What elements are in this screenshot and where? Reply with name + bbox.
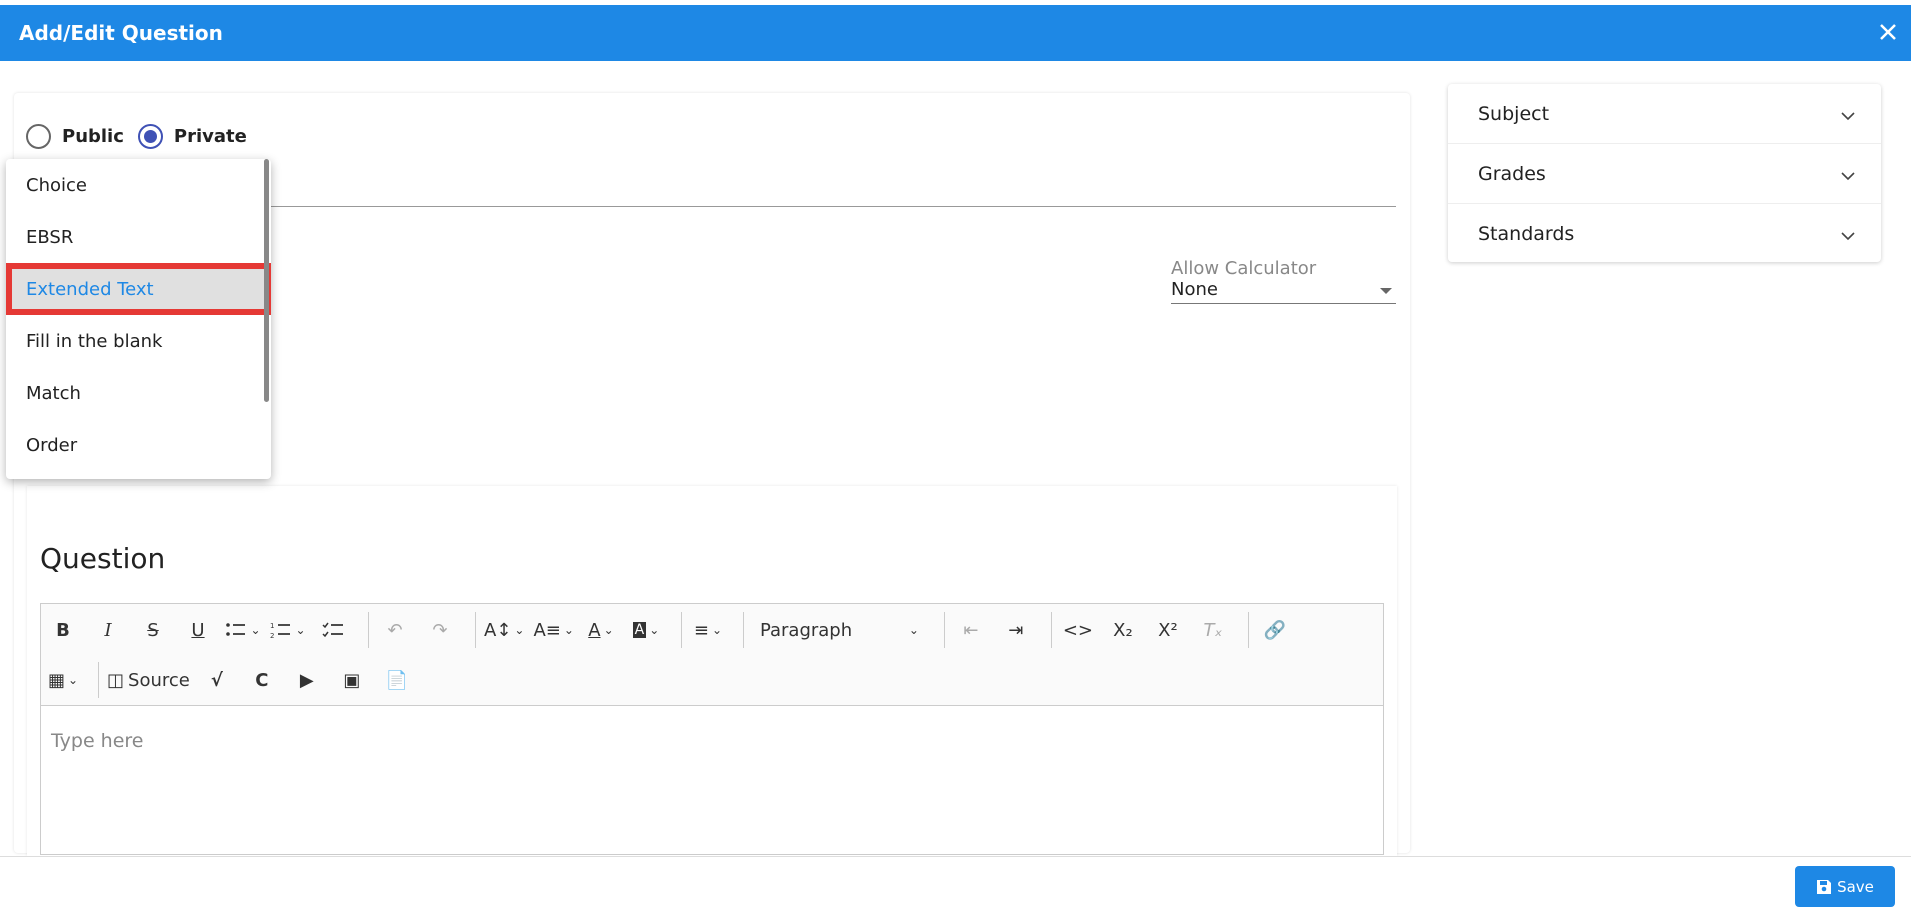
editor-toolbar: B I S U ⌄ 1 2 ⌄ ↶ ↷ A↕ ⌄ A≡ ⌄ A ⌄ A ⌄ ≡ ⌄ Para… <box>40 603 1384 706</box>
chevron-down-icon <box>1841 164 1855 186</box>
link-icon[interactable]: 🔗 <box>1257 612 1293 648</box>
dialog-header: Add/Edit Question <box>0 5 1911 61</box>
source-label: Source <box>128 669 190 691</box>
allow-calculator-label: Allow Calculator <box>1171 258 1317 279</box>
public-radio[interactable] <box>26 124 51 149</box>
toolbar-divider <box>98 662 99 698</box>
italic-icon[interactable]: I <box>90 612 126 648</box>
question-type-dropdown: Choice EBSR Extended Text Fill in the bl… <box>6 159 271 479</box>
accordion-subject[interactable]: Subject <box>1448 84 1881 144</box>
chevron-down-icon[interactable]: ⌄ <box>250 623 260 637</box>
superscript-icon[interactable]: X² <box>1150 612 1186 648</box>
chevron-down-icon[interactable]: ⌄ <box>712 623 722 637</box>
chevron-down-icon <box>1841 104 1855 126</box>
dropdown-arrow-icon <box>1380 288 1392 294</box>
toolbar-row-2: ▦ ⌄ ◫ Source √ C ▶ ▣ 📄 <box>45 656 424 704</box>
public-radio-label[interactable]: Public <box>62 126 124 147</box>
bulleted-list-icon[interactable]: ⌄ <box>225 612 261 648</box>
allow-calculator-value-text: None <box>1171 279 1218 300</box>
bold-icon[interactable]: B <box>45 612 81 648</box>
source-button[interactable]: ◫ Source <box>107 662 190 698</box>
chevron-down-icon[interactable]: ⌄ <box>68 673 78 687</box>
dropdown-option-ebsr[interactable]: EBSR <box>6 211 271 263</box>
close-icon[interactable] <box>1873 17 1903 47</box>
font-color-icon[interactable]: A ⌄ <box>583 612 619 648</box>
outdent-icon[interactable]: ⇤ <box>953 612 989 648</box>
dropdown-scrollbar[interactable] <box>264 159 269 402</box>
dropdown-option-match[interactable]: Match <box>6 367 271 419</box>
numbered-list-icon[interactable]: 1 2 ⌄ <box>270 612 306 648</box>
chevron-down-icon[interactable]: ⌄ <box>649 623 659 637</box>
chevron-down-icon[interactable]: ⌄ <box>295 623 305 637</box>
dropdown-option-extended-text[interactable]: Extended Text <box>6 263 271 315</box>
subscript-icon[interactable]: X₂ <box>1105 612 1141 648</box>
allow-calculator-value[interactable]: None <box>1171 279 1396 304</box>
insert-media-icon[interactable]: ▶ <box>289 662 325 698</box>
strikethrough-icon[interactable]: S <box>135 612 171 648</box>
radio-selected-dot <box>143 130 157 143</box>
chevron-down-icon <box>1841 224 1855 246</box>
save-button[interactable]: Save <box>1795 866 1895 907</box>
dropdown-option-fill-in-the-blank[interactable]: Fill in the blank <box>6 315 271 367</box>
toolbar-divider <box>1050 612 1052 648</box>
question-editor[interactable]: Type here <box>40 705 1384 855</box>
indent-icon[interactable]: ⇥ <box>998 612 1034 648</box>
toolbar-divider <box>1247 612 1249 648</box>
svg-text:1: 1 <box>270 622 274 630</box>
chevron-down-icon: ⌄ <box>908 623 919 637</box>
editor-placeholder: Type here <box>51 730 144 752</box>
paragraph-format-select[interactable]: Paragraph ⌄ <box>752 612 927 648</box>
font-family-icon[interactable]: A≡ ⌄ <box>533 612 573 648</box>
allow-calculator-select[interactable]: Allow Calculator None <box>1171 258 1396 304</box>
chevron-down-icon[interactable]: ⌄ <box>604 623 614 637</box>
paragraph-format-label: Paragraph <box>759 619 853 641</box>
code-icon[interactable]: <> <box>1060 612 1096 648</box>
toolbar-divider <box>368 612 369 648</box>
remove-format-icon[interactable]: Tₓ <box>1195 612 1231 648</box>
text-align-icon[interactable]: ≡ ⌄ <box>690 612 726 648</box>
toolbar-divider <box>680 612 682 648</box>
todo-list-icon[interactable] <box>315 612 351 648</box>
dialog-footer <box>0 856 1911 915</box>
visibility-radio-group: Public Private <box>26 124 261 149</box>
svg-text:2: 2 <box>270 632 274 639</box>
insert-image-icon[interactable]: ▣ <box>334 662 370 698</box>
accordion-standards[interactable]: Standards <box>1448 204 1881 264</box>
question-type-field-underline <box>268 206 1396 207</box>
private-radio-label[interactable]: Private <box>174 126 247 147</box>
toolbar-divider <box>943 612 945 648</box>
insert-table-icon[interactable]: ▦ ⌄ <box>45 662 81 698</box>
chevron-down-icon[interactable]: ⌄ <box>564 623 574 637</box>
math-equation-icon[interactable]: √ <box>199 662 235 698</box>
redo-icon[interactable]: ↷ <box>422 612 458 648</box>
accordion-grades[interactable]: Grades <box>1448 144 1881 204</box>
dialog-title: Add/Edit Question <box>19 21 223 45</box>
font-background-color-icon[interactable]: A ⌄ <box>628 612 664 648</box>
chemistry-icon[interactable]: C <box>244 662 280 698</box>
font-size-icon[interactable]: A↕ ⌄ <box>484 612 524 648</box>
toolbar-divider <box>475 612 476 648</box>
document-icon[interactable]: 📄 <box>379 662 415 698</box>
private-radio[interactable] <box>137 124 163 149</box>
accordion-grades-label: Grades <box>1478 162 1546 185</box>
underline-icon[interactable]: U <box>180 612 216 648</box>
save-icon <box>1817 879 1832 894</box>
chevron-down-icon[interactable]: ⌄ <box>514 623 524 637</box>
metadata-side-panel: Subject Grades Standards <box>1448 84 1881 262</box>
accordion-subject-label: Subject <box>1478 102 1550 125</box>
source-icon: ◫ <box>107 669 125 691</box>
toolbar-row-1: B I S U ⌄ 1 2 ⌄ ↶ ↷ A↕ ⌄ A≡ ⌄ A ⌄ A ⌄ ≡ ⌄ Para… <box>45 606 1302 654</box>
question-title: Question <box>40 542 166 575</box>
toolbar-divider <box>742 612 744 648</box>
save-label: Save <box>1837 877 1874 896</box>
undo-icon[interactable]: ↶ <box>377 612 413 648</box>
accordion-standards-label: Standards <box>1478 223 1575 245</box>
dropdown-option-order[interactable]: Order <box>6 419 271 471</box>
dropdown-option-choice[interactable]: Choice <box>6 159 271 211</box>
